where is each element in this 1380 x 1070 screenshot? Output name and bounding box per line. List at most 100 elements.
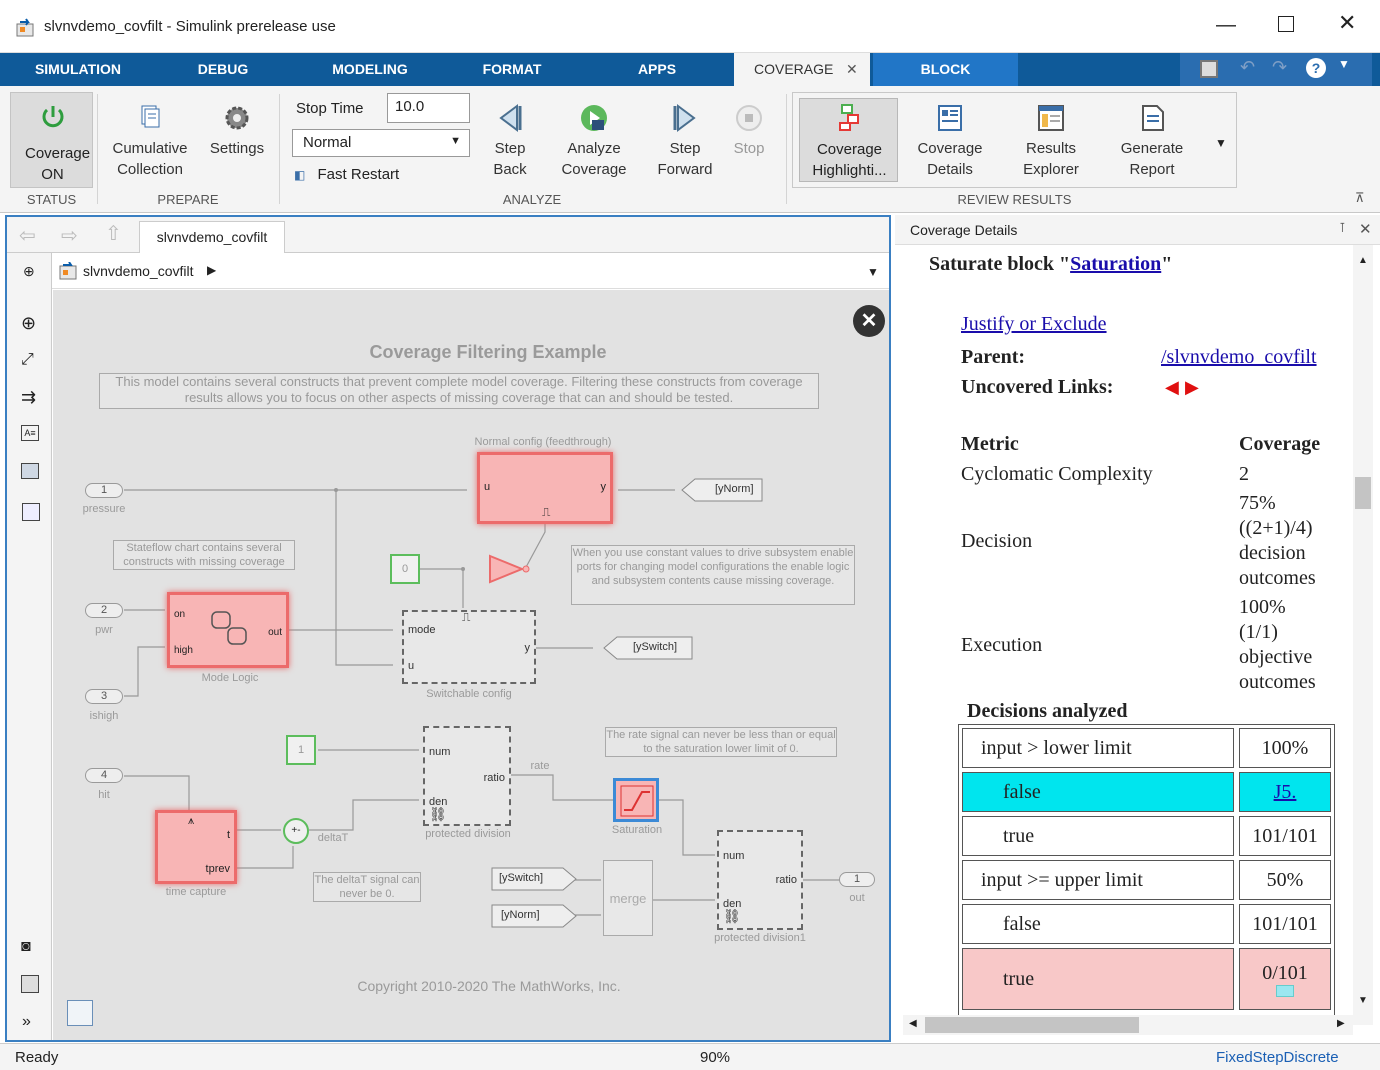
inport-pwr[interactable]: 2 (85, 603, 123, 618)
inport-ishigh[interactable]: 3 (85, 689, 123, 704)
analyze-coverage-button[interactable]: Analyze Coverage (548, 104, 640, 180)
camera-icon[interactable]: ◙ (21, 938, 31, 956)
zoom-icon[interactable]: ⊕ (21, 313, 36, 334)
mode-logic-chart[interactable]: on high out (167, 592, 289, 668)
tab-block[interactable]: BLOCK (873, 53, 1018, 86)
expand-palette-icon[interactable]: » (22, 1013, 31, 1031)
horizontal-scroll-thumb[interactable] (925, 1017, 1139, 1033)
model-browser-toggle[interactable] (67, 1000, 93, 1026)
tab-close-icon[interactable]: ✕ (846, 53, 858, 86)
normal-in-port-label: u (484, 481, 491, 493)
saturation-link[interactable]: Saturation (1070, 253, 1161, 275)
vertical-scrollbar[interactable]: ▲ ▼ (1353, 245, 1373, 1025)
previous-uncovered-icon[interactable]: ◀ (1165, 377, 1179, 398)
breadcrumb-chevron-icon[interactable]: ▶ (207, 263, 216, 277)
block-diagram: Coverage Filtering Example This model co… (53, 290, 889, 1040)
tab-format[interactable]: FORMAT (462, 53, 562, 86)
tab-simulation[interactable]: SIMULATION (8, 53, 148, 86)
merge-block[interactable]: merge (603, 860, 653, 936)
protected-division1-block[interactable]: num den ratio ⛓ (717, 830, 803, 930)
save-icon[interactable] (1200, 60, 1218, 78)
tab-coverage[interactable]: COVERAGE ✕ (734, 53, 870, 86)
step-forward-button[interactable]: Step Forward (652, 104, 718, 180)
fit-view-icon[interactable]: ⤢ (21, 351, 34, 369)
stop-icon (736, 105, 762, 131)
results-explorer-button[interactable]: Results Explorer (1012, 104, 1090, 180)
help-dropdown-icon[interactable]: ▼ (1338, 57, 1350, 71)
breadcrumb-dropdown-icon[interactable]: ▼ (867, 265, 879, 279)
justify-exclude-link[interactable]: Justify or Exclude (961, 313, 1107, 336)
image-icon[interactable] (21, 463, 39, 479)
generate-report-button[interactable]: Generate Report (1112, 104, 1192, 180)
collapse-ribbon-icon[interactable]: ⊼ (1355, 190, 1365, 206)
tab-coverage-label: COVERAGE (754, 61, 834, 77)
stop-time-input[interactable]: 10.0 (387, 93, 470, 123)
step-back-button[interactable]: Step Back (478, 104, 542, 180)
inport-hit[interactable]: 4 (85, 768, 123, 783)
scroll-down-icon[interactable]: ▼ (1358, 995, 1368, 1006)
minimize-button[interactable]: — (1216, 14, 1236, 37)
saturation-label: Saturation (611, 824, 663, 836)
sum-block[interactable]: +- (283, 818, 309, 844)
maximize-button[interactable] (1278, 16, 1294, 32)
coverage-highlighting-button[interactable]: Coverage Highlighti... (799, 98, 898, 182)
protected-division-block[interactable]: num den ratio ⛓ (423, 726, 511, 826)
area-icon[interactable] (22, 503, 40, 521)
model-tab[interactable]: slvnvdemo_covfilt (139, 221, 285, 253)
arrow-icon[interactable]: ⇉ (21, 387, 36, 408)
help-icon[interactable]: ? (1306, 58, 1326, 78)
scroll-up-icon[interactable]: ▲ (1358, 255, 1368, 266)
tab-modeling[interactable]: MODELING (310, 53, 430, 86)
goto-ynorm[interactable]: [yNorm] (681, 478, 763, 502)
constant-1-block[interactable]: 1 (286, 735, 316, 765)
horizontal-scrollbar[interactable]: ◀ ▶ (903, 1015, 1353, 1035)
coverage-on-button[interactable]: Coverage ON (10, 92, 93, 188)
mode-logic-label: Mode Logic (201, 672, 259, 684)
next-uncovered-icon[interactable]: ▶ (1185, 377, 1199, 398)
tab-apps[interactable]: APPS (615, 53, 699, 86)
fast-restart-button[interactable]: ◧ Fast Restart (294, 166, 399, 183)
solver-link[interactable]: FixedStepDiscrete (1216, 1049, 1339, 1066)
time-capture-block[interactable]: ⩚ t tprev (155, 810, 237, 884)
close-highlighting-icon[interactable]: ✕ (853, 305, 885, 337)
undo-icon[interactable]: ↶ (1240, 57, 1255, 78)
forward-arrow-icon[interactable]: ⇨ (61, 223, 78, 248)
decision-row-value[interactable]: J5. (1239, 772, 1331, 812)
vertical-scroll-thumb[interactable] (1355, 477, 1371, 509)
annotation-icon[interactable]: A≡ (21, 425, 39, 441)
simulation-mode-select[interactable]: Normal ▼ (292, 129, 470, 157)
pin-icon[interactable]: ⊺ (1339, 220, 1346, 236)
back-arrow-icon[interactable]: ⇦ (19, 223, 36, 248)
inport-pressure[interactable]: 1 (85, 483, 123, 498)
breadcrumb[interactable]: slvnvdemo_covfilt (83, 263, 194, 279)
constant-0-block[interactable]: 0 (390, 554, 420, 584)
close-window-button[interactable]: ✕ (1338, 10, 1356, 36)
justify-icon[interactable] (1276, 984, 1294, 997)
close-pane-icon[interactable]: ✕ (1359, 220, 1372, 238)
settings-button[interactable]: Settings (204, 104, 270, 159)
review-more-icon[interactable]: ▼ (1215, 136, 1227, 150)
outport-out[interactable]: 1 (839, 872, 875, 887)
protected-division1-in1: num (723, 850, 745, 862)
from-ynorm[interactable]: [yNorm] (491, 904, 577, 928)
coverage-details-button[interactable]: Coverage Details (908, 104, 992, 180)
scroll-left-icon[interactable]: ◀ (909, 1018, 917, 1029)
execution-line-1: 100% (1239, 596, 1286, 618)
stop-button[interactable]: Stop (724, 104, 774, 159)
scroll-right-icon[interactable]: ▶ (1337, 1018, 1345, 1029)
step-forward-label: Step Forward (657, 140, 713, 178)
saturation-block[interactable] (613, 778, 659, 822)
tab-debug[interactable]: DEBUG (178, 53, 268, 86)
up-arrow-icon[interactable]: ⇧ (105, 221, 122, 246)
switchable-config-block[interactable]: mode u y ⎍ (402, 610, 536, 684)
redo-icon[interactable]: ↷ (1272, 57, 1287, 78)
not-logic-block[interactable] (489, 554, 531, 584)
cumulative-collection-button[interactable]: Cumulative Collection (104, 104, 196, 180)
parent-link[interactable]: /slvnvdemo_covfilt (1161, 346, 1317, 369)
hide-explorer-icon[interactable]: ⊕ (23, 263, 35, 280)
goto-yswitch[interactable]: [ySwitch] (603, 636, 693, 660)
justification-link[interactable]: J5. (1274, 781, 1297, 804)
model-browser-icon[interactable] (21, 975, 39, 993)
from-yswitch[interactable]: [ySwitch] (491, 867, 577, 891)
normal-config-block[interactable]: u y ⎍ (477, 452, 613, 524)
